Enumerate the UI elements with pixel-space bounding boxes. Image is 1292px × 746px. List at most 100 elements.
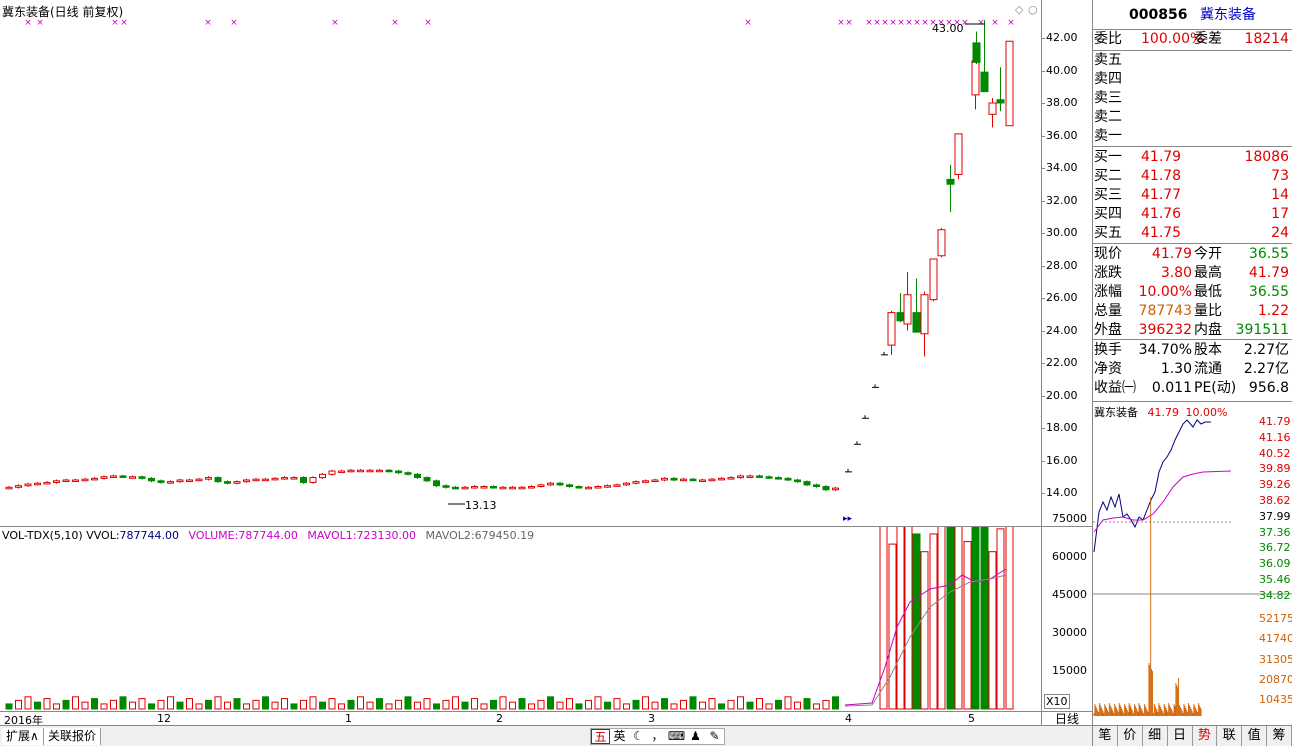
- volume-bar: [528, 703, 535, 710]
- ime-english-icon[interactable]: 英: [610, 729, 629, 744]
- intraday-volume-tick: 41740: [1259, 632, 1292, 646]
- right-tab[interactable]: 势: [1193, 726, 1218, 746]
- candle: [746, 475, 754, 478]
- candle: [214, 477, 222, 483]
- buy-price: 41.77: [1141, 187, 1182, 203]
- candle: [490, 486, 497, 489]
- candle: [765, 476, 773, 479]
- candle: [887, 312, 896, 346]
- right-tab[interactable]: 联: [1217, 726, 1243, 746]
- ime-user-icon[interactable]: ♟: [686, 729, 705, 744]
- right-tab[interactable]: 笔: [1093, 726, 1118, 746]
- intraday-price-tick: 41.79: [1259, 415, 1291, 428]
- weicha-label: 委差: [1194, 31, 1222, 47]
- candle: [157, 480, 165, 483]
- price-tick: 38.00: [1046, 96, 1078, 109]
- buy-level: 买二 41.78 73: [1093, 167, 1292, 186]
- right-tab[interactable]: 筹: [1267, 726, 1292, 746]
- ime-settings-icon[interactable]: ✎: [705, 729, 724, 744]
- volume-bar: [727, 699, 735, 710]
- price-tick: 26.00: [1046, 291, 1078, 304]
- weibi-label: 委比: [1094, 31, 1122, 47]
- candle: [604, 485, 611, 488]
- volume-bar: [988, 551, 997, 710]
- volume-bar: [252, 699, 260, 710]
- candle: [613, 484, 621, 487]
- volume-bar: [385, 703, 393, 710]
- candle: [43, 481, 51, 485]
- ime-keyboard-icon[interactable]: ⌨: [667, 729, 686, 744]
- candle: [623, 482, 630, 486]
- intraday-price-tick: 34.82: [1259, 588, 1291, 602]
- volume-bar: [794, 701, 801, 710]
- kline-chart[interactable]: 冀东装备(日线 前复权) ◇ ○ × × × × × × × × × × × × × × × × × × × × × × ×…: [0, 0, 1041, 527]
- scroll-right-icon[interactable]: ▸▸: [843, 514, 852, 524]
- price-tick: 34.00: [1046, 161, 1078, 174]
- signal-mark: ×: [977, 18, 985, 28]
- candle: [271, 477, 279, 481]
- stat-label: 涨幅: [1094, 284, 1122, 300]
- candle: [176, 479, 184, 483]
- volume-bar: [452, 696, 459, 710]
- candle: [642, 480, 649, 483]
- signal-mark: ×: [204, 18, 212, 28]
- signal-mark: ×: [991, 18, 999, 28]
- candle: [328, 470, 336, 475]
- right-tab[interactable]: 日: [1168, 726, 1193, 746]
- candle: [680, 478, 687, 482]
- volume-bar: [822, 699, 830, 710]
- right-tab[interactable]: 价: [1118, 726, 1143, 746]
- candle: [404, 472, 412, 475]
- volume-bar: [81, 701, 89, 710]
- ime-wubi-icon[interactable]: 五: [591, 729, 610, 744]
- candle: [822, 486, 830, 491]
- signal-mark: ×: [391, 18, 399, 28]
- candle: [480, 486, 488, 489]
- stat-label: 最低: [1194, 284, 1222, 300]
- candle: [912, 312, 921, 333]
- buy-price: 41.76: [1141, 206, 1182, 222]
- volume-bar: [547, 696, 554, 710]
- fund-value: 34.70%: [1138, 342, 1192, 358]
- candle: [366, 469, 374, 473]
- intraday-price-tick: 37.99: [1259, 509, 1291, 523]
- right-tab[interactable]: 值: [1242, 726, 1268, 746]
- volume-bar: [499, 696, 507, 710]
- intraday-price-tick: 40.52: [1259, 446, 1291, 460]
- fund-row: 换手 34.70% 股本 2.27亿: [1093, 341, 1292, 360]
- candle: [575, 486, 583, 489]
- signal-mark: ×: [1007, 18, 1015, 28]
- volume-axis: X10 75000 60000 45000 30000 15000: [1041, 512, 1092, 711]
- signal-mark: ×: [897, 18, 905, 28]
- related-quotes-tab[interactable]: 关联报价: [44, 728, 102, 745]
- volume-bar: [233, 698, 241, 710]
- candle: [632, 481, 640, 484]
- volume-bar: [281, 698, 288, 710]
- period-label[interactable]: 日线: [1041, 711, 1092, 726]
- signal-mark: ×: [837, 18, 845, 28]
- candle: [91, 477, 98, 481]
- candle: [509, 486, 516, 490]
- price-tick: 32.00: [1046, 193, 1078, 207]
- right-tab[interactable]: 细: [1143, 726, 1168, 746]
- weicha-value: 18214: [1244, 31, 1289, 47]
- candle: [15, 485, 22, 488]
- volume-bar: [186, 698, 193, 710]
- candle: [414, 473, 421, 479]
- kline-svg: × × × × × × × × × × × × × × × × × × × × × × × × × × × ×: [5, 18, 1015, 505]
- candle: [357, 469, 364, 473]
- ime-moon-icon[interactable]: ☾: [629, 729, 648, 744]
- high-price-label: 43.00: [932, 22, 964, 35]
- stock-name: 冀东装备: [1199, 7, 1256, 23]
- candle: [24, 483, 32, 487]
- signal-mark: ×: [889, 18, 897, 28]
- volume-chart[interactable]: VOL-TDX(5,10) VVOL:787744.00 VOLUME:7877…: [0, 527, 1041, 711]
- expand-tab[interactable]: 扩展∧: [2, 728, 44, 745]
- volume-bar: [980, 527, 989, 710]
- sell-level: 卖三: [1093, 89, 1292, 108]
- volume-bar: [138, 698, 146, 710]
- volume-bar: [176, 701, 184, 710]
- ime-punct-icon[interactable]: ，: [648, 729, 667, 744]
- signal-mark: ×: [873, 18, 881, 28]
- stat-label: 外盘: [1094, 322, 1122, 338]
